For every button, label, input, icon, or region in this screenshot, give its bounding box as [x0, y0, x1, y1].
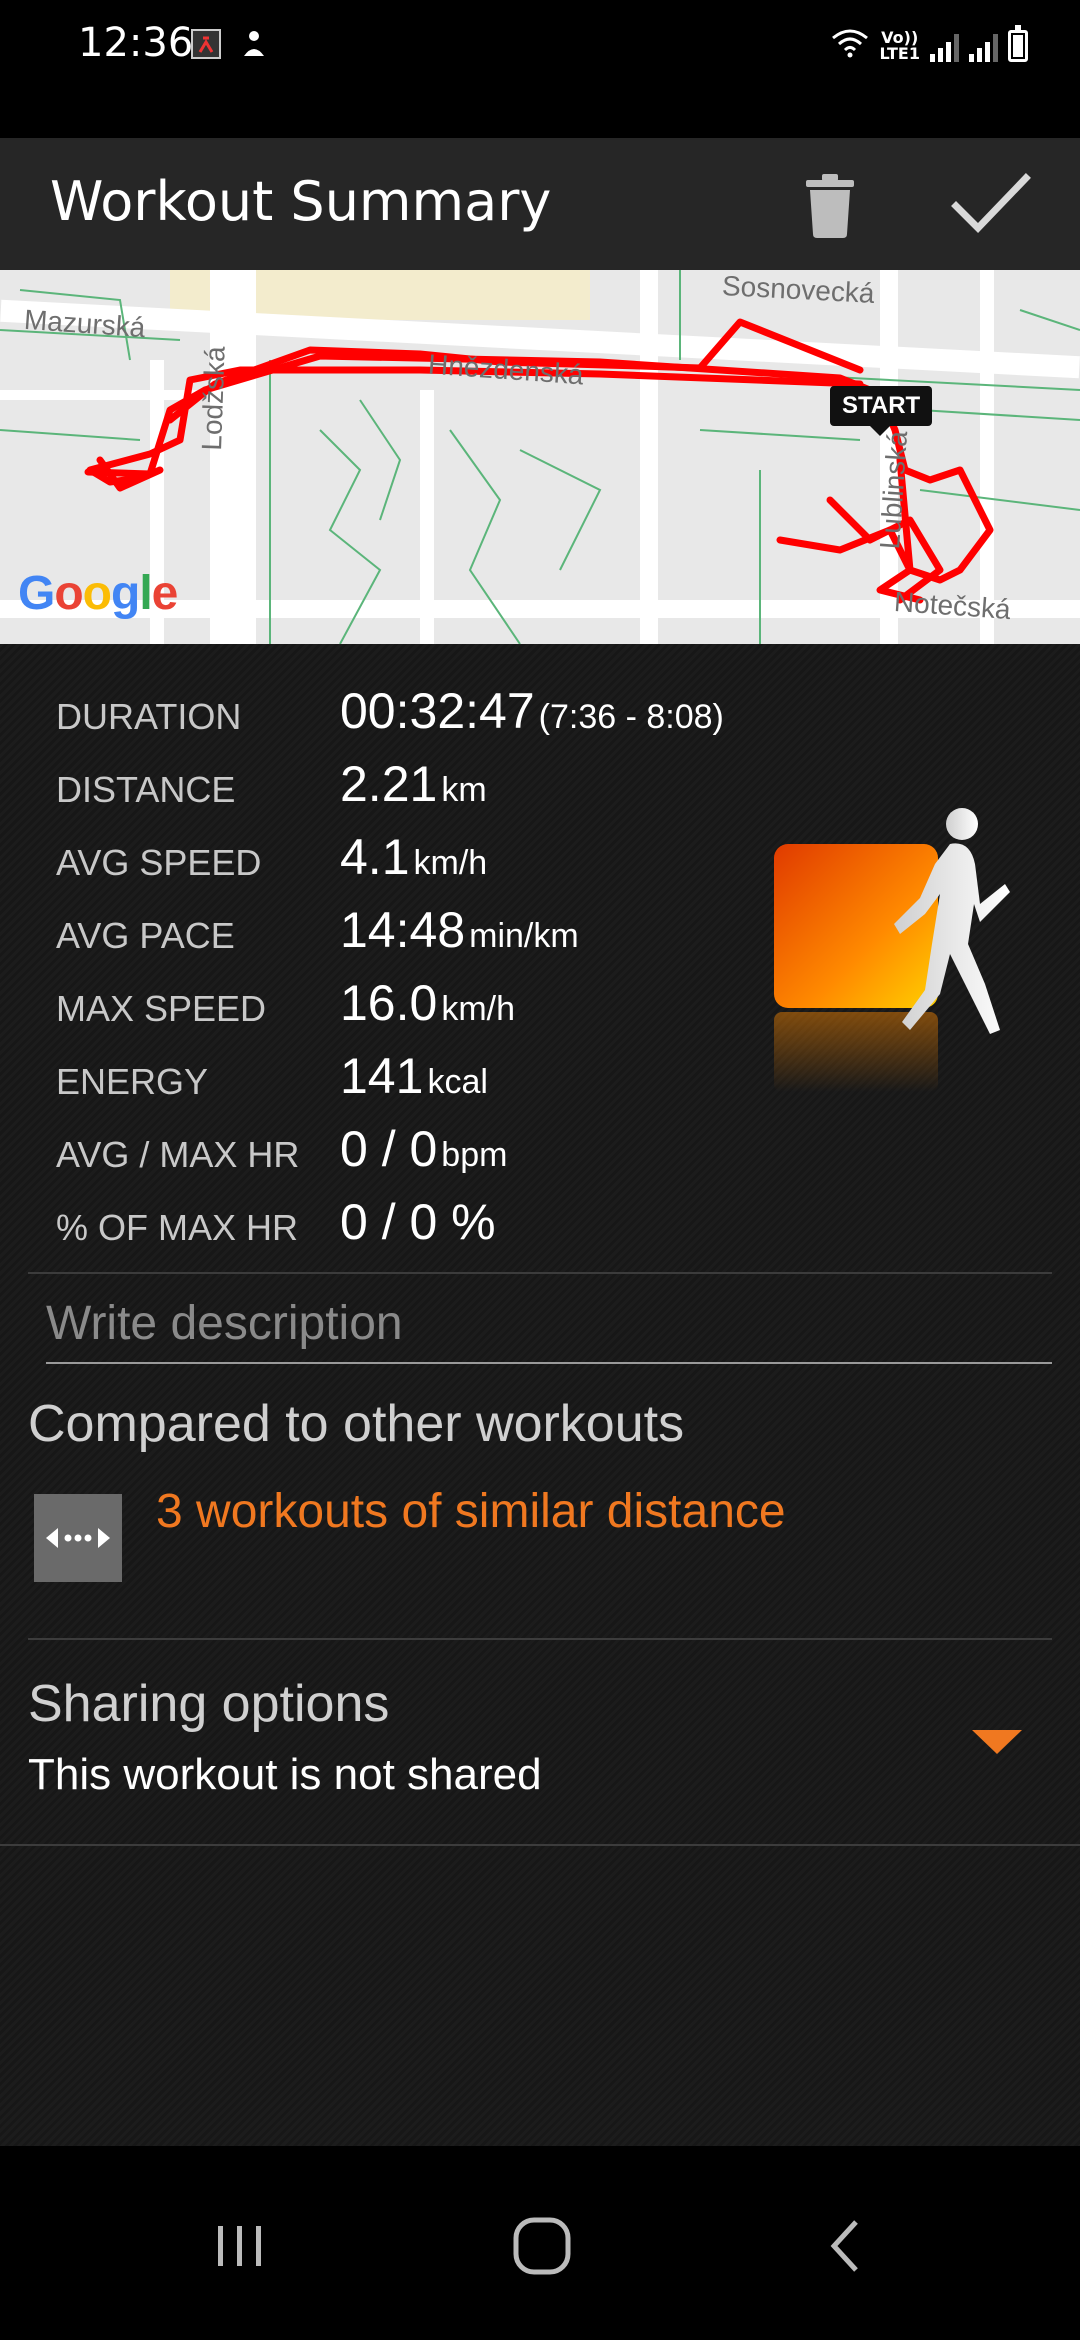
sharing-options-row[interactable]: Sharing options This workout is not shar…	[0, 1644, 1080, 1844]
distance-arrows-icon[interactable]	[34, 1494, 122, 1582]
stat-value: 00:32:47 (7:36 - 8:08)	[340, 683, 724, 739]
recent-apps-button[interactable]	[200, 2206, 280, 2286]
divider	[28, 1638, 1052, 1640]
back-icon	[830, 2220, 858, 2272]
delete-button[interactable]	[790, 164, 870, 244]
stat-value: 4.1 km/h	[340, 829, 488, 885]
stat-label: DISTANCE	[56, 769, 236, 810]
sharing-status: This workout is not shared	[28, 1750, 542, 1799]
compare-section-title: Compared to other workouts	[28, 1395, 685, 1453]
stat-label: AVG / MAX HR	[56, 1134, 300, 1175]
status-bar: 12:36 Vo)) LTE1	[0, 0, 1080, 90]
stat-unit: bpm	[441, 1136, 508, 1174]
status-indicators: Vo)) LTE1	[831, 22, 1028, 62]
stat-unit: km/h	[413, 844, 488, 882]
stat-value: 2.21 km	[340, 756, 487, 812]
similar-workouts-link[interactable]: 3 workouts of similar distance	[156, 1484, 786, 1539]
street-label: Lodžská	[196, 345, 231, 452]
stat-time-range: (7:36 - 8:08)	[538, 698, 724, 736]
divider	[0, 1844, 1080, 1846]
check-icon	[951, 173, 1031, 234]
stat-unit: km	[441, 771, 487, 809]
sharing-title: Sharing options	[28, 1675, 390, 1733]
app-notification-icon	[190, 28, 222, 60]
confirm-button[interactable]	[940, 164, 1040, 244]
stat-label: MAX SPEED	[56, 988, 267, 1029]
stat-label: % OF MAX HR	[56, 1207, 299, 1248]
stat-label: AVG SPEED	[56, 842, 262, 883]
stat-unit: km/h	[441, 990, 516, 1028]
stat-unit: min/km	[469, 917, 579, 955]
system-nav-bar	[0, 2146, 1080, 2340]
divider	[28, 1272, 1052, 1274]
stat-value: 0 / 0 %	[340, 1194, 496, 1250]
battery-icon	[1008, 25, 1028, 62]
back-button[interactable]	[806, 2206, 886, 2286]
walking-icon	[774, 808, 1010, 1092]
signal-strength-1-icon	[930, 32, 959, 62]
stat-unit: kcal	[427, 1063, 488, 1101]
stat-label: AVG PACE	[56, 915, 235, 956]
stat-value: 14:48 min/km	[340, 902, 579, 958]
network-type-label: Vo)) LTE1	[879, 28, 920, 63]
stat-label: DURATION	[56, 696, 242, 737]
sport-type-badge[interactable]	[760, 794, 1020, 1104]
route-map[interactable]: Mazurská Lodžská Hnězdenská Sosnovecká L…	[0, 270, 1080, 644]
stat-value: 16.0 km/h	[340, 975, 516, 1031]
workout-summary-content: DURATION 00:32:47 (7:36 - 8:08) DISTANCE …	[0, 644, 1080, 2146]
home-icon	[513, 2217, 571, 2275]
page-title: Workout Summary	[50, 170, 552, 233]
recent-apps-icon	[218, 2226, 261, 2266]
stat-value: 0 / 0 bpm	[340, 1121, 508, 1177]
app-bar: Workout Summary	[0, 138, 1080, 270]
home-button[interactable]	[502, 2206, 582, 2286]
trash-icon	[806, 174, 854, 238]
signal-strength-2-icon	[969, 32, 998, 62]
stat-label: ENERGY	[56, 1061, 209, 1102]
activity-notification-icon	[238, 28, 270, 60]
dropdown-triangle-icon	[972, 1730, 1022, 1754]
wifi-icon	[831, 26, 869, 62]
status-time: 12:36	[78, 20, 194, 66]
description-input[interactable]	[46, 1284, 1052, 1364]
google-logo: Google	[18, 567, 178, 620]
stat-value: 141 kcal	[340, 1048, 488, 1104]
start-marker: START	[830, 386, 933, 436]
